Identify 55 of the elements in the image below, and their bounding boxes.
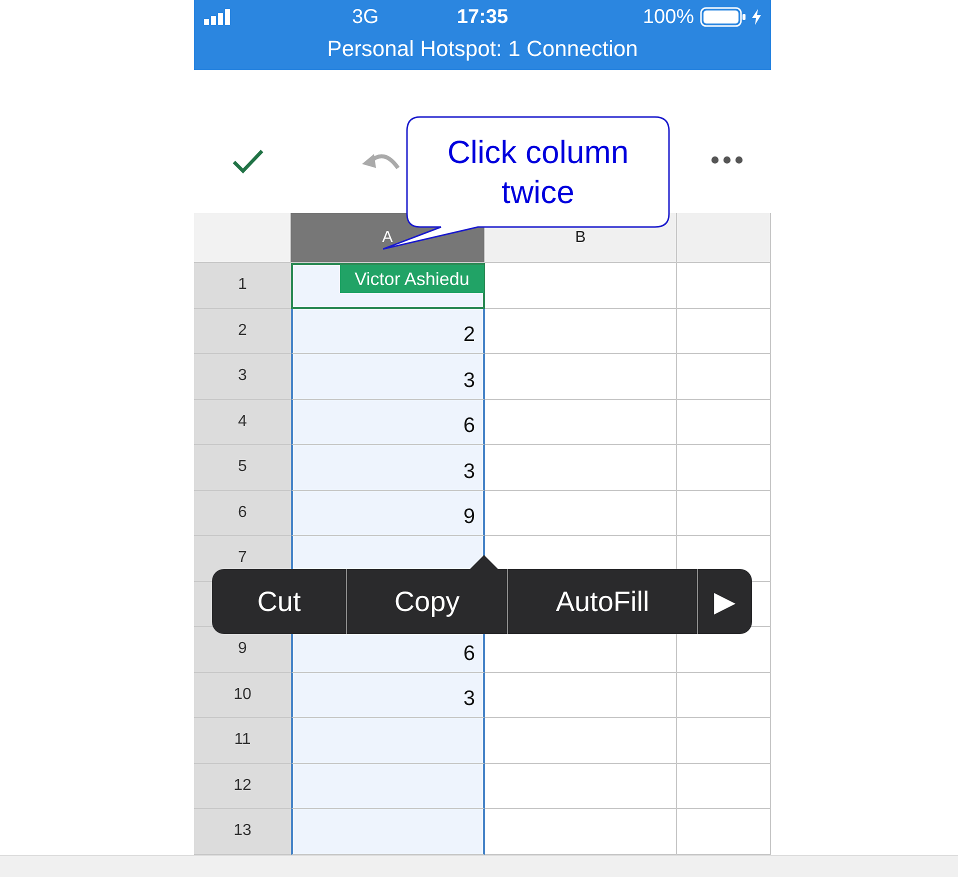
table-cell[interactable]: [677, 445, 771, 490]
menu-item[interactable]: Cut: [212, 569, 347, 634]
row-header[interactable]: 13: [194, 809, 291, 854]
table-cell[interactable]: [677, 672, 771, 718]
table-cell[interactable]: 6: [291, 400, 485, 445]
charging-bolt-icon: [752, 9, 761, 25]
table-cell[interactable]: [677, 263, 771, 308]
row-header[interactable]: 3: [194, 354, 291, 400]
battery-percent: 100%: [642, 6, 694, 28]
table-cell[interactable]: [485, 490, 677, 536]
menu-item[interactable]: Copy: [347, 569, 508, 634]
table-cell[interactable]: [677, 490, 771, 536]
table-cell[interactable]: 3: [291, 445, 485, 490]
table-cell[interactable]: [677, 718, 771, 764]
table-cell[interactable]: [485, 718, 677, 764]
corner-cell[interactable]: [194, 213, 291, 263]
table-cell[interactable]: [485, 445, 677, 490]
row-header[interactable]: 11: [194, 718, 291, 764]
row-header[interactable]: 2: [194, 308, 291, 354]
more-button[interactable]: ▶: [698, 569, 752, 634]
clock-time: 17:35: [456, 6, 508, 28]
network-type: 3G: [352, 6, 379, 28]
row-header[interactable]: 6: [194, 490, 291, 536]
table-cell[interactable]: [677, 400, 771, 445]
column-header[interactable]: [677, 213, 771, 263]
table-cell[interactable]: [485, 400, 677, 445]
table-cell[interactable]: [677, 308, 771, 354]
table-cell[interactable]: [485, 672, 677, 718]
row-header[interactable]: 5: [194, 445, 291, 490]
table-cell[interactable]: [485, 764, 677, 809]
user-name-tag: Victor Ashiedu: [340, 265, 484, 293]
menu-item[interactable]: AutoFill: [508, 569, 698, 634]
table-cell[interactable]: [291, 764, 485, 809]
callout-text: Click column twice: [446, 133, 630, 212]
row-header[interactable]: 10: [194, 672, 291, 718]
table-cell[interactable]: 9: [291, 490, 485, 536]
battery-icon: [700, 7, 746, 27]
table-cell[interactable]: 3: [291, 354, 485, 400]
row-header[interactable]: 12: [194, 764, 291, 809]
table-cell[interactable]: [677, 764, 771, 809]
table-cell[interactable]: [485, 263, 677, 308]
more-options-icon[interactable]: [711, 156, 743, 164]
table-cell[interactable]: [677, 354, 771, 400]
checkmark-icon[interactable]: [232, 148, 264, 174]
table-cell[interactable]: [485, 308, 677, 354]
table-cell[interactable]: [291, 809, 485, 854]
table-cell[interactable]: 3: [291, 672, 485, 718]
table-cell[interactable]: 2: [291, 308, 485, 354]
row-header[interactable]: 4: [194, 400, 291, 445]
table-cell[interactable]: [677, 809, 771, 854]
table-cell[interactable]: [485, 354, 677, 400]
table-cell[interactable]: [291, 718, 485, 764]
hotspot-banner[interactable]: Personal Hotspot: 1 Connection: [194, 36, 771, 62]
table-cell[interactable]: [485, 809, 677, 854]
row-header[interactable]: 1: [194, 263, 291, 308]
